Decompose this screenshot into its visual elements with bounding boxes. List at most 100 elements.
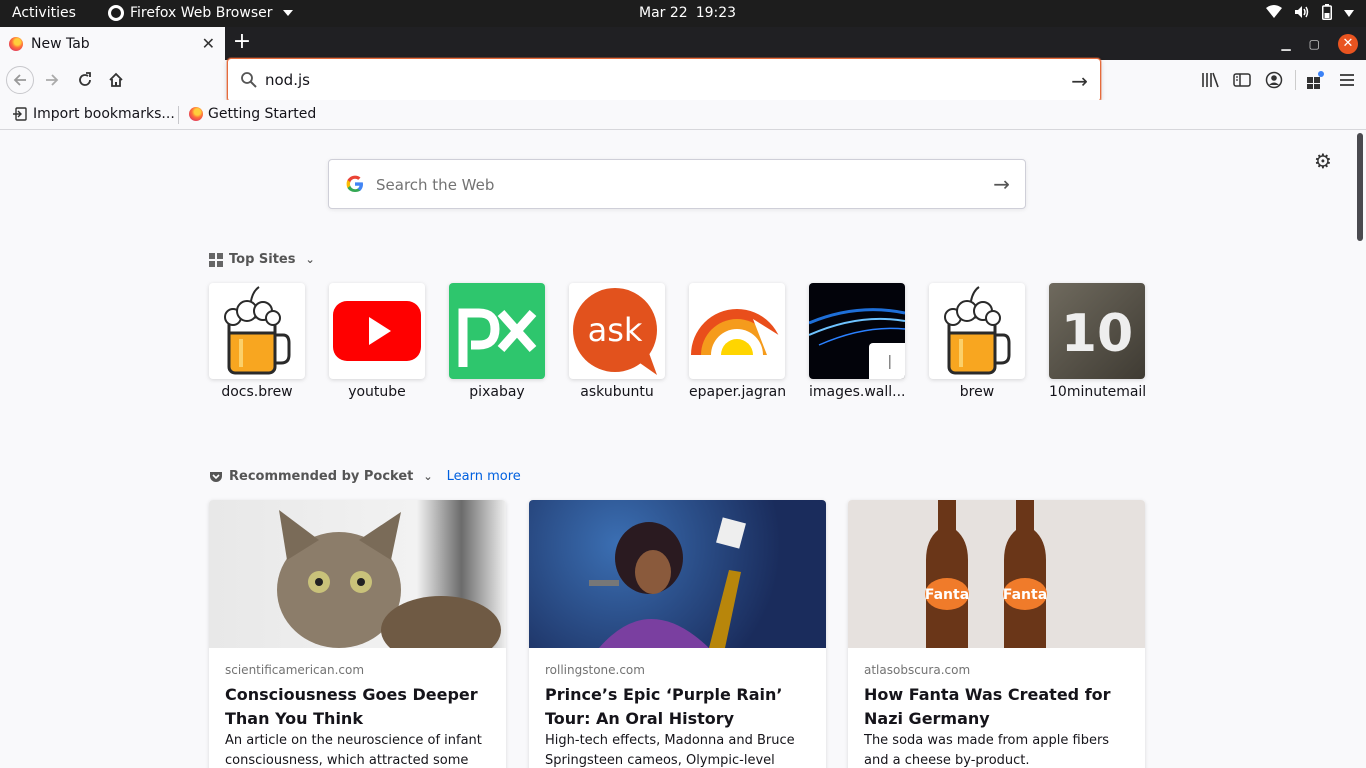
app-menu[interactable]: Firefox Web Browser <box>108 5 293 21</box>
url-bar[interactable]: nod.js → <box>227 58 1101 102</box>
system-tray[interactable] <box>1266 0 1366 27</box>
close-window-button[interactable]: ✕ <box>1338 33 1358 54</box>
back-button[interactable] <box>6 66 34 94</box>
window-controls: ▁ ▢ ✕ <box>1281 27 1358 60</box>
top-site-images-wall[interactable]: images.wall... <box>809 283 906 400</box>
reload-icon <box>79 72 91 86</box>
account-icon[interactable] <box>1264 70 1284 90</box>
gear-icon[interactable]: ⚙ <box>1314 149 1332 173</box>
search-placeholder: Search the Web <box>376 176 495 194</box>
story-title: Consciousness Goes Deeper Than You Think <box>225 685 478 728</box>
story-description: The soda was made from apple fibers and … <box>864 733 1110 768</box>
bookmarks-toolbar: Import bookmarks... Getting Started <box>0 100 1366 130</box>
system-top-bar: Activities Firefox Web Browser Mar 22 19… <box>0 0 1366 27</box>
story-card[interactable]: rollingstone.com Prince’s Epic ‘Purple R… <box>529 500 826 768</box>
volume-icon <box>1294 5 1310 23</box>
tab-title: New Tab <box>31 35 90 52</box>
bookmark-import[interactable]: Import bookmarks... <box>12 106 175 122</box>
firefox-icon <box>108 5 124 21</box>
story-title: Prince’s Epic ‘Purple Rain’ Tour: An Ora… <box>545 685 783 728</box>
top-site-pixabay[interactable]: pixabay <box>449 283 545 400</box>
story-description: An article on the neuroscience of infant… <box>225 733 482 768</box>
top-sites-heading[interactable]: Top Sites ⌄ <box>209 252 315 267</box>
scrollbar[interactable] <box>1357 133 1363 241</box>
bookmark-label: Import bookmarks... <box>33 106 175 122</box>
svg-text:Fanta: Fanta <box>925 587 969 603</box>
10minutemail-logo-icon: 10 <box>1049 283 1145 379</box>
top-site-label: 10minutemail <box>1049 384 1147 400</box>
bookmark-separator <box>178 106 179 124</box>
activities-button[interactable]: Activities <box>12 5 76 21</box>
top-site-youtube[interactable]: youtube <box>329 283 425 400</box>
firefox-icon <box>189 107 203 121</box>
web-search-box[interactable]: Search the Web → <box>328 159 1026 209</box>
chevron-down-icon <box>282 10 293 16</box>
story-image: Fanta Fanta <box>848 500 1145 648</box>
close-tab-icon[interactable]: ✕ <box>202 34 215 53</box>
sidebar-icon[interactable] <box>1232 70 1252 90</box>
story-card[interactable]: Fanta Fanta atlasobscura.com How Fanta W… <box>848 500 1145 768</box>
top-site-label: pixabay <box>469 384 525 400</box>
top-site-askubuntu[interactable]: ask askubuntu <box>569 283 665 400</box>
top-site-10minutemail[interactable]: 10 10minutemail <box>1049 283 1147 400</box>
svg-text:10: 10 <box>1061 304 1133 364</box>
story-title: How Fanta Was Created for Nazi Germany <box>864 685 1111 728</box>
hamburger-menu-icon[interactable] <box>1337 70 1357 90</box>
navigation-toolbar: nod.js → <box>0 58 1366 102</box>
top-site-label: images.wall... <box>809 384 906 400</box>
pocket-icon <box>210 471 222 482</box>
story-image <box>529 500 826 648</box>
clock-date: Mar 22 <box>639 5 688 21</box>
firefox-icon <box>9 36 23 51</box>
jagran-logo-icon <box>689 283 785 379</box>
tab-new-tab[interactable]: New Tab ✕ <box>0 27 225 60</box>
url-input[interactable]: nod.js <box>265 71 310 89</box>
learn-more-link[interactable]: Learn more <box>447 469 521 484</box>
battery-icon <box>1322 3 1332 24</box>
go-arrow-icon[interactable]: → <box>1071 69 1088 93</box>
bookmark-label: Getting Started <box>208 106 317 122</box>
clock-time: 19:23 <box>695 5 737 21</box>
app-menu-label: Firefox Web Browser <box>130 5 273 21</box>
askubuntu-logo-icon: ask <box>569 283 665 379</box>
top-site-epaper-jagran[interactable]: epaper.jagran <box>689 283 787 400</box>
pocket-heading[interactable]: Recommended by Pocket ⌄ Learn more <box>209 469 521 484</box>
google-logo-icon <box>346 175 363 192</box>
search-icon <box>241 72 257 88</box>
new-tab-button[interactable]: + <box>231 30 253 54</box>
import-icon <box>13 107 27 121</box>
top-site-label: brew <box>959 384 995 400</box>
arrow-right-icon <box>46 74 59 86</box>
search-submit-icon[interactable]: → <box>993 172 1010 196</box>
grid-icon <box>209 252 223 267</box>
top-site-label: youtube <box>348 384 406 400</box>
reload-button[interactable] <box>71 66 99 94</box>
library-icon[interactable] <box>1200 70 1220 90</box>
top-site-docs-brew[interactable]: docs.brew <box>209 283 305 400</box>
maximize-button[interactable]: ▢ <box>1309 37 1320 51</box>
wifi-icon <box>1266 4 1282 23</box>
clock[interactable]: Mar 22 19:23 <box>639 5 736 21</box>
toolbar-divider <box>1295 70 1296 90</box>
chevron-down-icon <box>1344 6 1354 22</box>
minimize-button[interactable]: ▁ <box>1281 37 1290 51</box>
bookmark-getting-started[interactable]: Getting Started <box>189 106 316 122</box>
arrow-left-icon <box>13 74 26 86</box>
story-source: rollingstone.com <box>545 663 645 677</box>
top-sites-label: Top Sites <box>229 252 296 267</box>
wallpaper-thumbnail-icon <box>809 283 905 379</box>
homebrew-logo-icon <box>209 283 305 379</box>
home-icon <box>109 72 123 87</box>
tab-strip: New Tab ✕ + ▁ ▢ ✕ <box>0 27 1366 60</box>
forward-button[interactable] <box>38 66 66 94</box>
chevron-down-icon: ⌄ <box>423 470 433 483</box>
top-site-label: docs.brew <box>221 384 293 400</box>
top-site-label: epaper.jagran <box>689 384 787 400</box>
story-card[interactable]: scientificamerican.com Consciousness Goe… <box>209 500 506 768</box>
pocket-label: Recommended by Pocket <box>229 469 414 484</box>
youtube-logo-icon <box>329 283 425 379</box>
pixabay-logo-icon <box>449 283 545 379</box>
home-button[interactable] <box>102 66 130 94</box>
extensions-icon[interactable] <box>1305 70 1325 90</box>
top-site-brew[interactable]: brew <box>929 283 1025 400</box>
